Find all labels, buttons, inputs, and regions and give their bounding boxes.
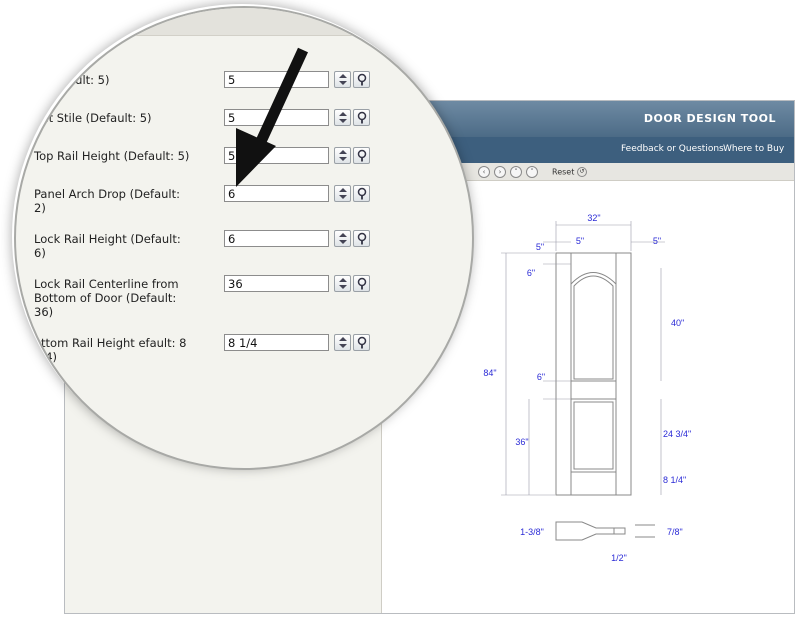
magnifier-search-icon[interactable] [353, 109, 370, 126]
magnifier-search-icon[interactable] [353, 185, 370, 202]
upper-panel-inner [573, 275, 614, 380]
dim-section-panel: 7/8" [667, 527, 683, 537]
panel-arch-drop-input[interactable] [224, 185, 329, 202]
stepper-icon[interactable] [334, 275, 351, 292]
dim-lock-centerline: 36" [515, 437, 528, 447]
dim-section-thickness: 1-3/8" [520, 527, 544, 537]
dim-lock-rail: 6" [537, 372, 545, 382]
stepper-icon[interactable] [334, 147, 351, 164]
dim-left-stile: 5" [536, 242, 544, 252]
dim-top-rail: 6" [527, 268, 535, 278]
field-label-right-stile: ght Stile (Default: 5) [34, 111, 152, 125]
stepper-icon[interactable] [334, 334, 351, 351]
stepper-icon[interactable] [334, 185, 351, 202]
top-rail-input[interactable] [224, 147, 329, 164]
lower-panel [570, 398, 617, 473]
magnifier-search-icon[interactable] [353, 147, 370, 164]
dim-lower-panel: 24 3/4" [663, 429, 691, 439]
magnifier-search-icon[interactable] [353, 334, 370, 351]
dim-bottom-rail: 8 1/4" [663, 475, 686, 485]
stepper-icon[interactable] [334, 230, 351, 247]
lock-rail-input[interactable] [224, 230, 329, 247]
lens-header-bar [16, 8, 472, 36]
field-label-lock-rail: Lock Rail Height (Default: 6) [34, 232, 181, 260]
stepper-icon[interactable] [334, 109, 351, 126]
door-outline [555, 252, 632, 496]
field-label-top-rail: Top Rail Height (Default: 5) [34, 149, 190, 163]
lock-centerline-input[interactable] [224, 275, 329, 292]
magnifier-search-icon[interactable] [353, 71, 370, 88]
magnifier-lens: s (Default: 5) ght Stile (Default: 5) To… [14, 6, 474, 470]
field-label-left-stile: s (Default: 5) [34, 73, 110, 87]
field-label-panel-arch-drop: Panel Arch Drop (Default: 2) [34, 187, 180, 215]
field-label-bottom-rail: ottom Rail Height efault: 8 1/4) [34, 336, 187, 364]
stepper-icon[interactable] [334, 71, 351, 88]
section-detail [555, 521, 655, 541]
field-label-lock-centerline: Lock Rail Centerline from Bottom of Door… [34, 277, 179, 319]
dim-height: 84" [483, 368, 496, 378]
lower-panel-inner [573, 401, 614, 470]
dim-upper-panel: 40" [671, 318, 684, 328]
magnifier-search-icon[interactable] [353, 275, 370, 292]
dim-width: 32" [587, 213, 600, 223]
right-stile-input[interactable] [224, 109, 329, 126]
bottom-rail-input[interactable] [224, 334, 329, 351]
dim-inner-stile: 5" [576, 236, 584, 246]
dim-right-stile: 5" [653, 236, 661, 246]
left-stile-input[interactable] [224, 71, 329, 88]
magnifier-search-icon[interactable] [353, 230, 370, 247]
dim-section-offset: 1/2" [611, 553, 627, 563]
upper-panel [570, 272, 617, 382]
